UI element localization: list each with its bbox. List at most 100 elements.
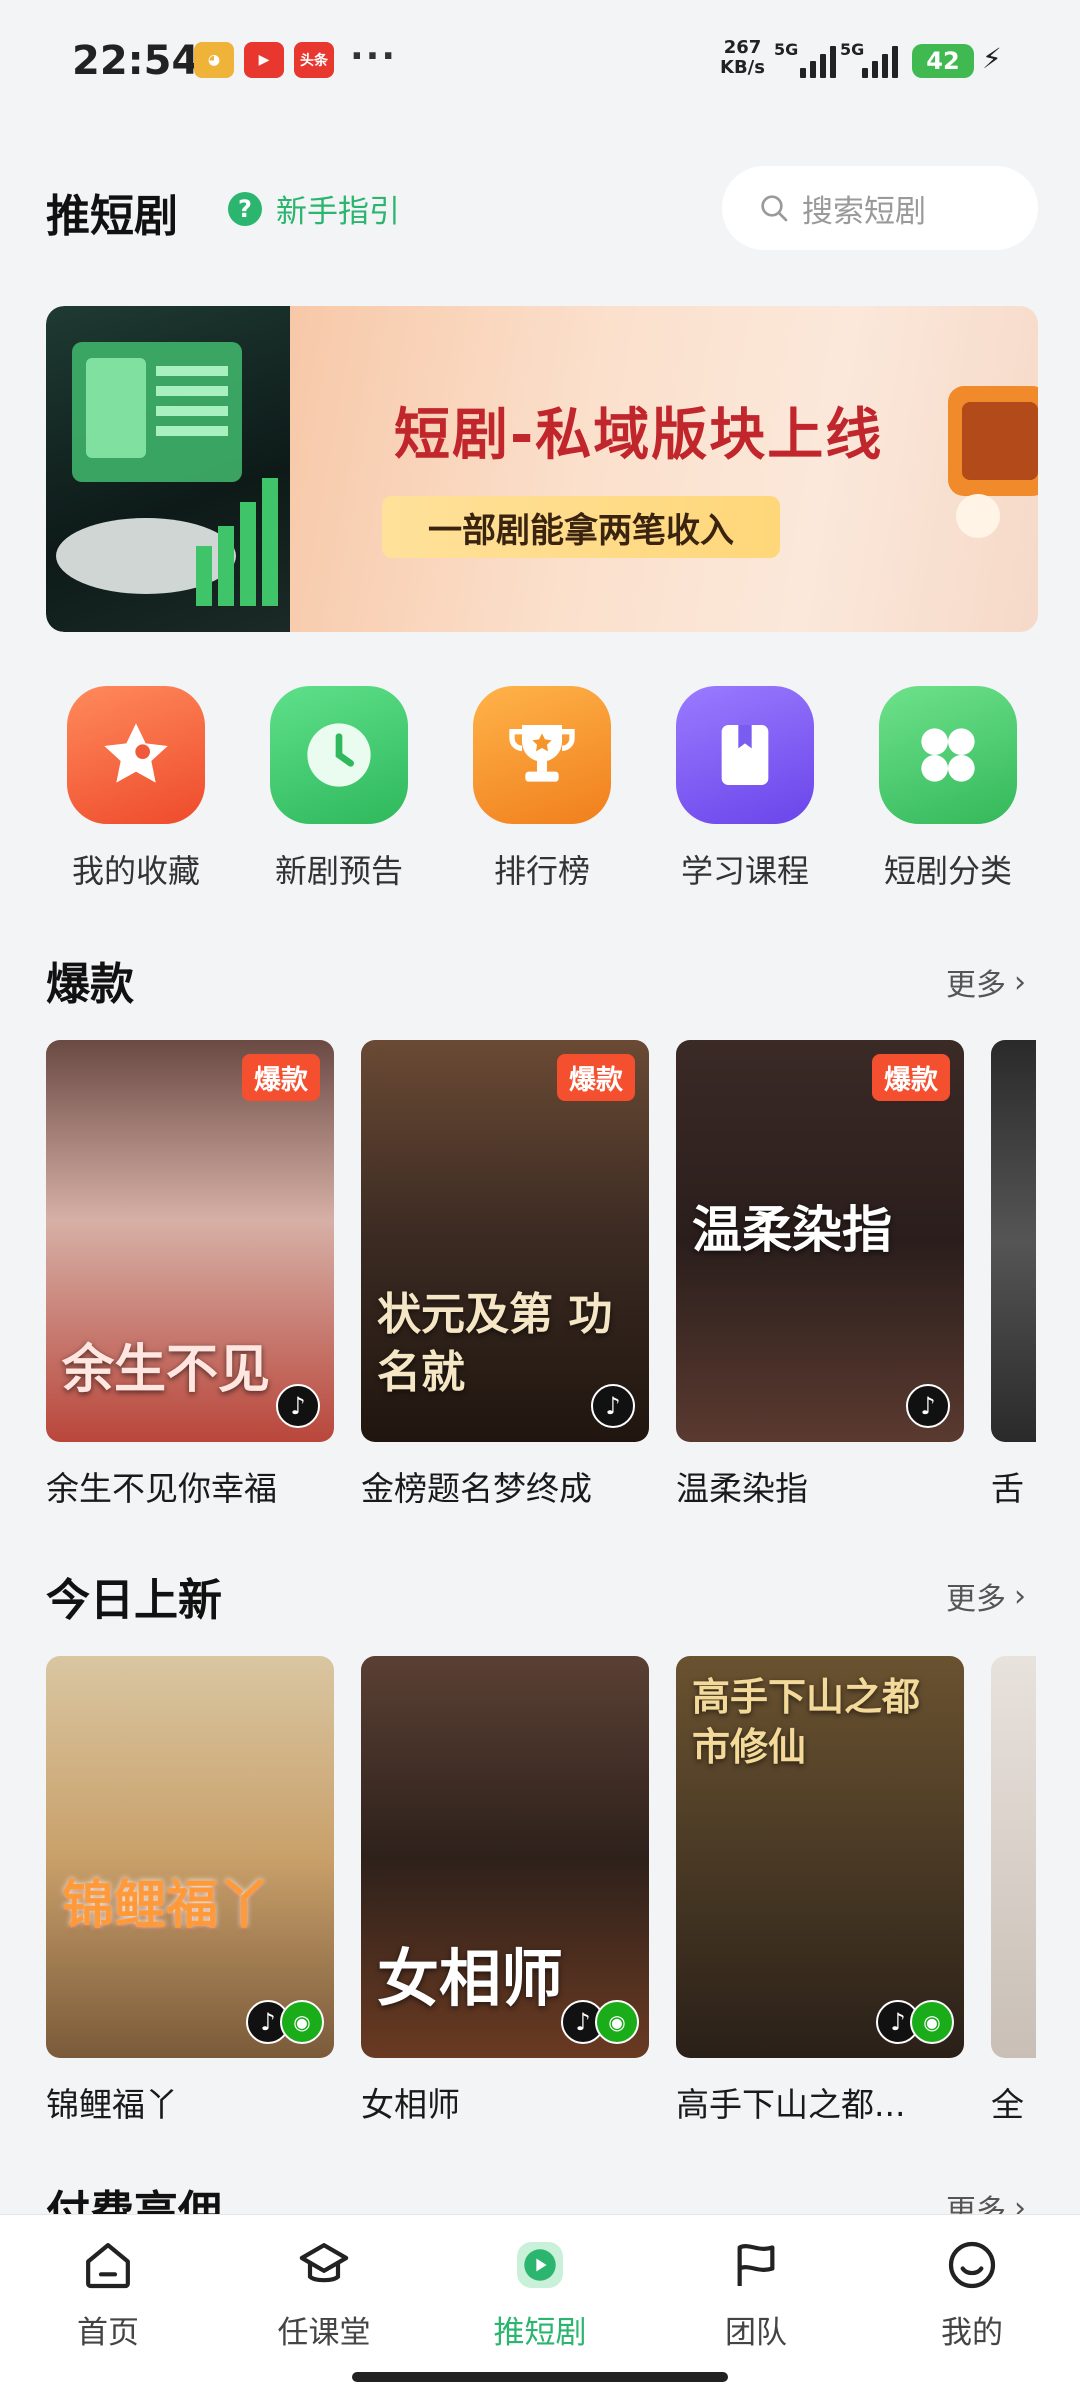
drama-poster: 锦鲤福丫 ♪ ◉ <box>46 1656 334 2058</box>
drama-card[interactable]: 余生不见 爆款 ♪ 余生不见你幸福 <box>46 1040 334 1510</box>
home-indicator[interactable] <box>352 2372 728 2382</box>
quick-courses[interactable]: 学习课程 <box>655 686 835 892</box>
nav-classroom-label: 任课堂 <box>277 2315 371 2351</box>
signal-1-icon <box>800 44 836 78</box>
nav-classroom[interactable]: 任课堂 <box>244 2235 404 2352</box>
chevron-right-icon: › <box>1014 964 1026 1000</box>
quick-upcoming-label: 新剧预告 <box>274 852 403 890</box>
drama-poster: 女相师 ♪ ◉ <box>361 1656 649 2058</box>
beginner-guide-label: 新手指引 <box>276 194 400 230</box>
battery-indicator: 42 <box>912 44 974 78</box>
hot-more-label: 更多 <box>946 968 1006 1003</box>
drama-poster <box>991 1656 1036 2058</box>
network-speed-value: 267 <box>723 37 762 58</box>
star-icon <box>67 686 205 824</box>
new-more-link[interactable]: 更多 › <box>946 1574 1026 1618</box>
drama-poster: 余生不见 爆款 ♪ <box>46 1040 334 1442</box>
section-title-hot: 爆款 <box>46 959 134 1010</box>
signal-2-label: 5G <box>840 40 865 59</box>
wechat-icon: ◉ <box>280 2000 324 2044</box>
quick-courses-label: 学习课程 <box>680 852 809 890</box>
hot-row: 余生不见 爆款 ♪ 余生不见你幸福 状元及第 功名就 爆款 ♪ 金榜题名梦终成 … <box>46 1040 1036 1520</box>
nav-drama[interactable]: 推短剧 <box>460 2235 620 2352</box>
graduation-cap-icon <box>294 2235 354 2295</box>
poster-text: 余生不见 <box>62 1339 271 1400</box>
banner-subtitle: 一部剧能拿两笔收入 <box>382 496 780 558</box>
promo-banner[interactable]: 短剧-私域版块上线 一部剧能拿两笔收入 <box>46 306 1038 632</box>
app-icon-1: ◕ <box>194 42 234 78</box>
home-icon <box>78 2235 138 2295</box>
nav-team[interactable]: 团队 <box>676 2235 836 2352</box>
charging-icon: ⚡ <box>982 42 1002 75</box>
play-icon <box>510 2235 570 2295</box>
drama-card[interactable]: 高手下山之都市修仙 ♪ ◉ 高手下山之都... <box>676 1656 964 2126</box>
quick-categories-label: 短剧分类 <box>883 852 1012 890</box>
drama-poster <box>991 1040 1036 1442</box>
flag-icon <box>726 2235 786 2295</box>
drama-title: 高手下山之都... <box>676 2085 906 2124</box>
drama-card[interactable]: 舌 <box>991 1040 1036 1510</box>
book-icon <box>676 686 814 824</box>
nav-profile[interactable]: 我的 <box>892 2235 1052 2352</box>
drama-card[interactable]: 锦鲤福丫 ♪ ◉ 锦鲤福丫 <box>46 1656 334 2126</box>
hot-more-link[interactable]: 更多 › <box>946 960 1026 1004</box>
drama-card[interactable]: 状元及第 功名就 爆款 ♪ 金榜题名梦终成 <box>361 1040 649 1510</box>
drama-poster: 高手下山之都市修仙 ♪ ◉ <box>676 1656 964 2058</box>
drama-title: 余生不见你幸福 <box>46 1469 277 1508</box>
status-bar: 22:54 ◕ ▶ 头条 ··· 267 KB/s 5G 5G 42 ⚡ <box>0 0 1080 120</box>
quick-favorites-label: 我的收藏 <box>71 852 200 890</box>
nav-home[interactable]: 首页 <box>28 2235 188 2352</box>
help-icon: ? <box>228 191 262 226</box>
search-placeholder: 搜索短剧 <box>802 193 926 230</box>
signal-2-icon <box>862 44 898 78</box>
nav-drama-label: 推短剧 <box>493 2315 587 2351</box>
banner-side-image <box>46 306 290 632</box>
smiley-icon <box>942 2235 1002 2295</box>
search-input[interactable]: 搜索短剧 <box>722 166 1038 250</box>
nav-profile-label: 我的 <box>941 2315 1003 2351</box>
trophy-icon <box>473 686 611 824</box>
wechat-icon: ◉ <box>595 2000 639 2044</box>
drama-title: 温柔染指 <box>676 1469 808 1508</box>
drama-title: 舌 <box>991 1469 1024 1508</box>
new-row: 锦鲤福丫 ♪ ◉ 锦鲤福丫 女相师 ♪ ◉ 女相师 高手下山之都市修仙 ♪ ◉ … <box>46 1656 1036 2136</box>
poster-text: 锦鲤福丫 <box>62 1875 271 1936</box>
douyin-icon: ♪ <box>276 1384 320 1428</box>
section-title-new: 今日上新 <box>46 1575 222 1626</box>
quick-categories[interactable]: 短剧分类 <box>858 686 1038 892</box>
drama-card[interactable]: 全 <box>991 1656 1036 2126</box>
nav-team-label: 团队 <box>725 2315 787 2351</box>
poster-text: 高手下山之都市修仙 <box>692 1674 921 1769</box>
quick-actions: 我的收藏 新剧预告 排行榜 学习课程 短剧分类 <box>46 686 1038 892</box>
banner-title: 短剧-私域版块上线 <box>394 403 884 468</box>
toutiao-icon: 头条 <box>294 42 334 78</box>
drama-poster: 温柔染指 爆款 ♪ <box>676 1040 964 1442</box>
douyin-icon: ♪ <box>906 1384 950 1428</box>
quick-favorites[interactable]: 我的收藏 <box>46 686 226 892</box>
drama-title: 全 <box>991 2085 1024 2124</box>
beginner-guide-link[interactable]: ? 新手指引 <box>228 186 400 231</box>
douyin-icon: ♪ <box>591 1384 635 1428</box>
drama-card[interactable]: 女相师 ♪ ◉ 女相师 <box>361 1656 649 2126</box>
chevron-right-icon: › <box>1014 1578 1026 1614</box>
hot-badge: 爆款 <box>557 1054 635 1101</box>
drama-poster: 状元及第 功名就 爆款 ♪ <box>361 1040 649 1442</box>
network-speed: 267 KB/s <box>720 38 765 78</box>
wechat-icon: ◉ <box>910 2000 954 2044</box>
drama-title: 金榜题名梦终成 <box>361 1469 592 1508</box>
drama-card[interactable]: 温柔染指 爆款 ♪ 温柔染指 <box>676 1040 964 1510</box>
nav-home-label: 首页 <box>77 2315 139 2351</box>
quick-ranking-label: 排行榜 <box>493 852 590 890</box>
quick-ranking[interactable]: 排行榜 <box>452 686 632 892</box>
app-icon-2: ▶ <box>244 42 284 78</box>
hot-badge: 爆款 <box>242 1054 320 1101</box>
quick-upcoming[interactable]: 新剧预告 <box>249 686 429 892</box>
banner-main: 短剧-私域版块上线 一部剧能拿两笔收入 <box>290 306 1038 632</box>
page-title: 推短剧 <box>46 191 178 242</box>
poster-text: 温柔染指 <box>692 1200 892 1259</box>
new-more-label: 更多 <box>946 1582 1006 1617</box>
drama-title: 锦鲤福丫 <box>46 2085 178 2124</box>
status-time: 22:54 <box>72 38 200 84</box>
drama-title: 女相师 <box>361 2085 460 2124</box>
more-notifications-icon: ··· <box>350 36 398 77</box>
